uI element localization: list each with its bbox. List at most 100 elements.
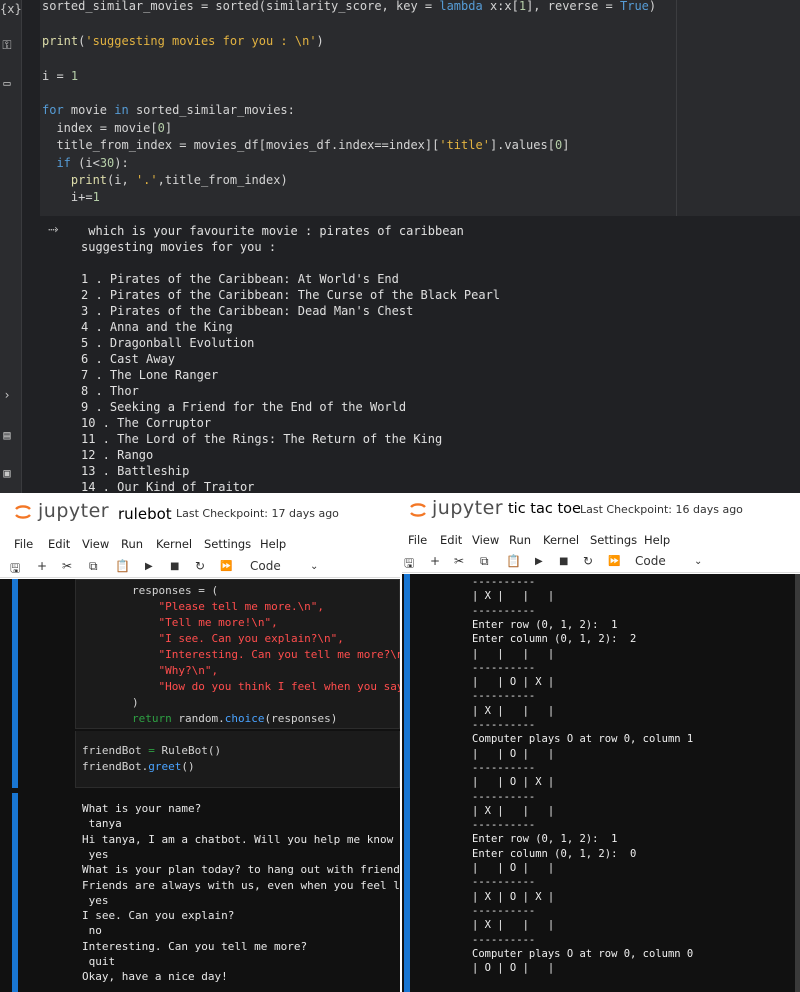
code-token: 0: [157, 120, 165, 135]
run-all-icon[interactable]: ⏩: [608, 556, 620, 567]
code-token: ):: [114, 155, 129, 170]
variables-icon[interactable]: {x}: [0, 2, 22, 16]
output-line: | X | O | X |: [472, 890, 555, 903]
run-all-icon[interactable]: ⏩: [220, 561, 232, 572]
code-token: random.: [171, 712, 225, 725]
files-folder-icon[interactable]: ▭: [0, 76, 14, 90]
code-line: for movie in sorted_similar_movies:: [42, 102, 295, 119]
code-line: responses = (: [132, 583, 218, 599]
save-icon[interactable]: 🖫: [10, 559, 20, 580]
menu-file[interactable]: File: [14, 537, 33, 551]
cell-type-select[interactable]: Code: [250, 559, 281, 573]
code-line: "How do you think I feel when you say t: [132, 679, 400, 695]
run-icon[interactable]: ▶: [535, 556, 543, 567]
output-line: ----------: [472, 719, 536, 731]
code-token: sorted_similar_movies:: [128, 103, 295, 118]
add-cell-icon[interactable]: +: [430, 554, 440, 568]
restart-icon[interactable]: ↻: [195, 559, 205, 573]
output-line: Computer plays O at row 0, column 0: [472, 947, 694, 960]
menu-settings[interactable]: Settings: [590, 533, 637, 547]
output-line: ----------: [472, 819, 536, 832]
code-token: '.': [135, 173, 158, 187]
output-line: 8 . Thor: [81, 384, 139, 398]
menu-kernel[interactable]: Kernel: [543, 533, 579, 547]
output-line: 7 . The Lone Ranger: [81, 368, 219, 382]
active-cell-marker: [404, 574, 410, 992]
output-line: 12 . Rango: [81, 448, 154, 462]
menu-settings[interactable]: Settings: [204, 537, 251, 551]
code-snippets-icon[interactable]: ▤: [0, 428, 14, 442]
menu-run[interactable]: Run: [121, 537, 143, 551]
run-icon[interactable]: ▶: [145, 561, 153, 572]
menu-edit[interactable]: Edit: [48, 537, 70, 551]
code-line: return random.choice(responses): [132, 711, 337, 727]
add-cell-icon[interactable]: +: [37, 559, 47, 573]
menu-run[interactable]: Run: [509, 533, 531, 547]
stop-icon[interactable]: ■: [170, 561, 179, 572]
stop-icon[interactable]: ■: [559, 556, 568, 567]
chevron-down-icon[interactable]: ⌄: [694, 556, 702, 567]
code-token: (): [181, 760, 195, 773]
output-line: | | O | X |: [472, 676, 555, 689]
expand-chevron-icon[interactable]: ›: [0, 388, 14, 402]
cut-icon[interactable]: ✂: [62, 559, 72, 573]
menu-help[interactable]: Help: [260, 537, 286, 551]
copy-icon[interactable]: ⧉: [480, 554, 489, 569]
jupyter-wordmark[interactable]: jupyter: [432, 497, 503, 519]
code-token: "I see. Can you explain?\n",: [132, 632, 344, 645]
jupyter-logo-icon: [410, 503, 426, 517]
output-line: ----------: [472, 604, 536, 617]
code-token: True: [620, 0, 649, 13]
restart-icon[interactable]: ↻: [583, 554, 593, 568]
paste-icon[interactable]: 📋: [115, 559, 130, 573]
terminal-icon[interactable]: ▣: [0, 466, 14, 480]
output-line: Enter row (0, 1, 2): 1: [472, 618, 618, 631]
notebook-body: responses = ( "Please tell me more.\n", …: [0, 579, 400, 992]
output-line: | | | |: [472, 647, 555, 660]
output-line: 14 . Our Kind of Traitor: [81, 480, 255, 493]
notebook-title[interactable]: rulebot: [118, 505, 172, 523]
menu-view[interactable]: View: [472, 533, 499, 547]
menu-view[interactable]: View: [82, 537, 109, 551]
menu-edit[interactable]: Edit: [440, 533, 462, 547]
menu-help[interactable]: Help: [644, 533, 670, 547]
output-line: | | O | |: [472, 862, 555, 874]
code-token: (responses): [264, 712, 338, 725]
output-line: yes: [82, 847, 109, 861]
scrollbar[interactable]: [795, 574, 800, 992]
output-toggle-icon[interactable]: ⤑: [48, 222, 66, 238]
paste-icon[interactable]: 📋: [506, 554, 521, 568]
code-token: ]: [164, 120, 173, 135]
code-token: friendBot.: [82, 760, 149, 773]
output-line: Interesting. Can you tell me more?: [82, 939, 308, 953]
output-line: 10 . The Corruptor: [81, 416, 212, 430]
menu-kernel[interactable]: Kernel: [156, 537, 192, 551]
code-token: ): [132, 696, 139, 709]
chevron-down-icon[interactable]: ⌄: [310, 561, 318, 572]
colab-notebook: {x} ⚿ ▭ › ▤ ▣ sorted_similar_movies = so…: [0, 0, 800, 493]
code-line: "Tell me more!\n",: [132, 615, 277, 631]
code-token: ): [316, 33, 324, 48]
jupyter-wordmark[interactable]: jupyter: [38, 500, 109, 522]
secrets-key-icon[interactable]: ⚿: [0, 38, 14, 52]
notebook-title[interactable]: tic tac toe: [508, 501, 581, 517]
output-line: tanya: [82, 817, 122, 831]
code-token: if: [56, 155, 71, 170]
code-line: if (i<30):: [42, 155, 129, 172]
copy-icon[interactable]: ⧉: [89, 559, 98, 574]
output-line: 6 . Cast Away: [81, 352, 175, 366]
code-token: 1: [70, 68, 79, 83]
save-icon[interactable]: 🖫: [404, 554, 414, 575]
output-line: ----------: [472, 661, 536, 674]
code-token: sorted_similar_movies = sorted(similarit…: [42, 0, 440, 13]
menu-file[interactable]: File: [408, 533, 427, 547]
code-token: (i,: [107, 173, 136, 187]
cell-type-select[interactable]: Code: [635, 554, 666, 568]
code-token: for: [42, 103, 64, 118]
output-line: ----------: [472, 690, 536, 703]
cut-icon[interactable]: ✂: [454, 554, 464, 568]
code-token: greet: [148, 760, 182, 773]
output-line: | O | O | |: [472, 962, 555, 975]
